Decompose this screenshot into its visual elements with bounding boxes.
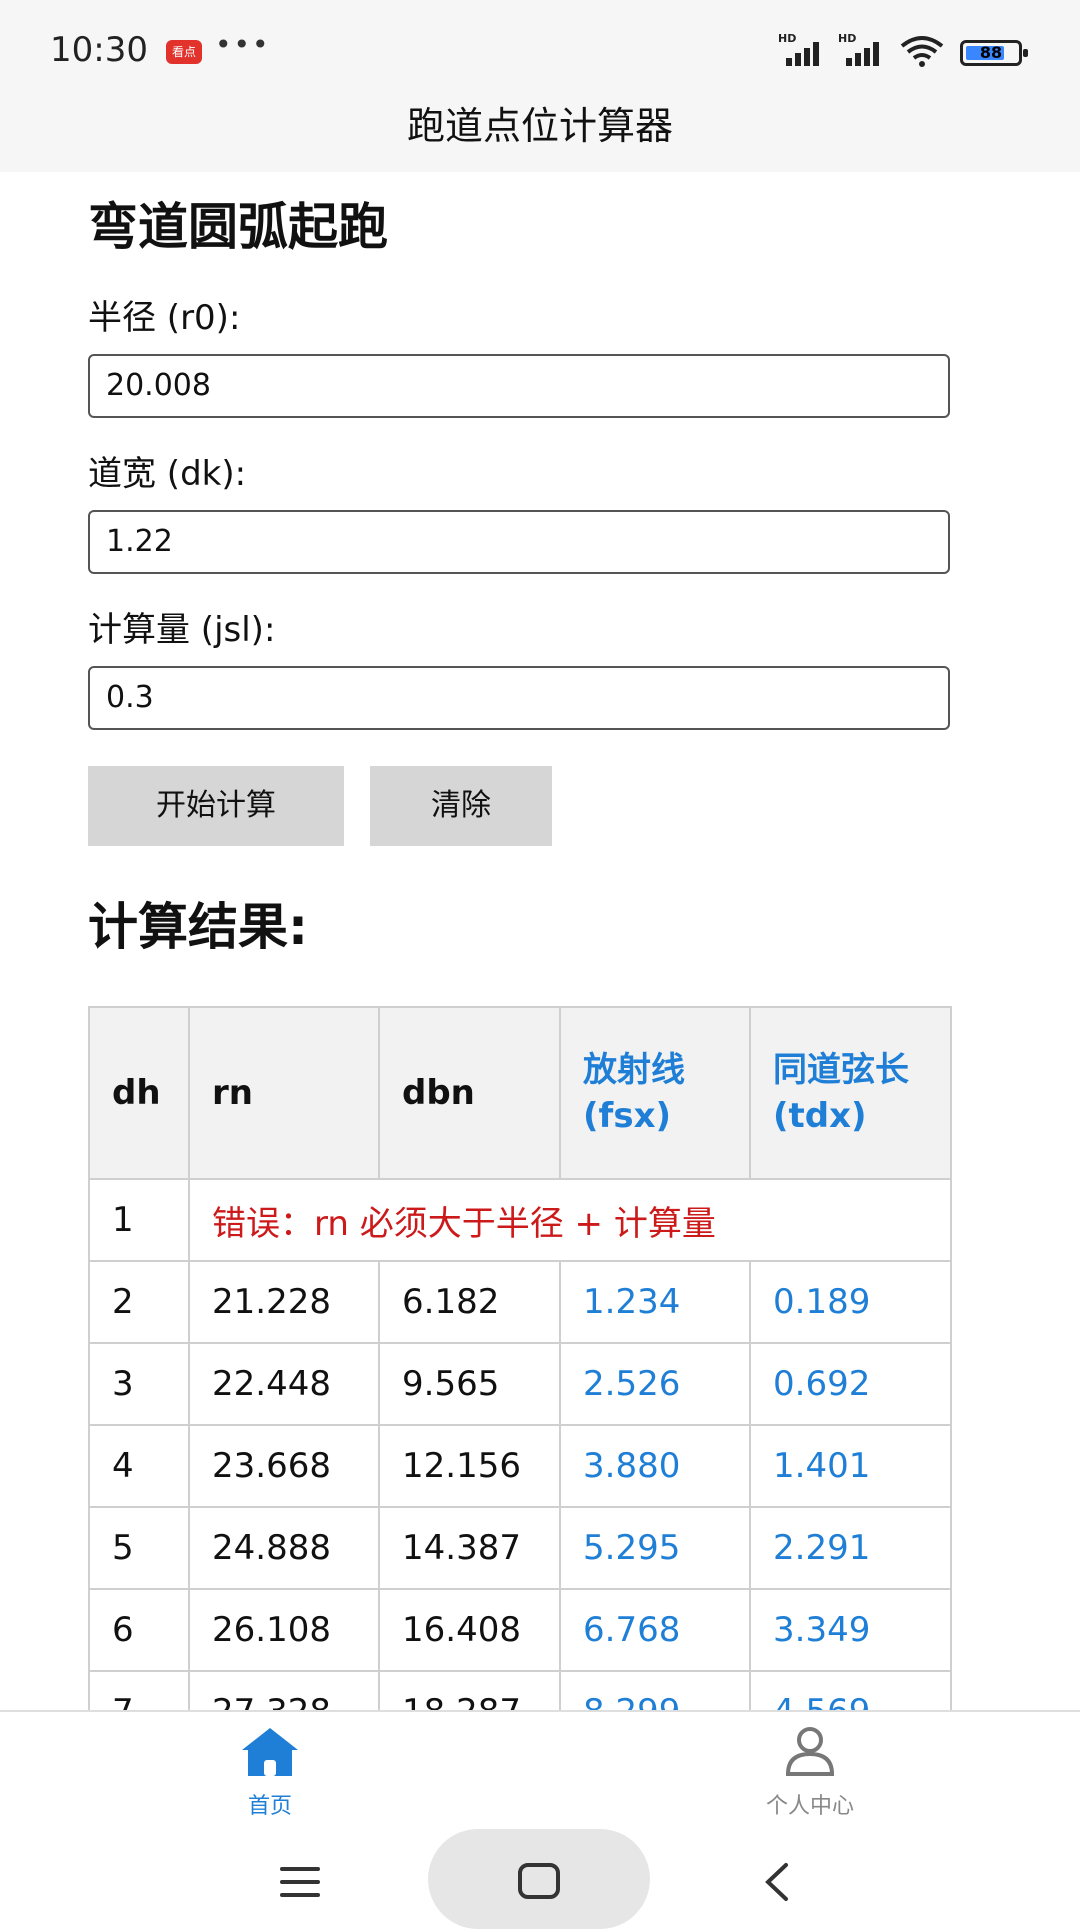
nav-profile-label: 个人中心: [765, 1794, 854, 1819]
error-message: 错误：rn 必须大于半径 + 计算量: [188, 1178, 952, 1262]
cell-rn: 21.228: [188, 1260, 380, 1344]
home-icon: [242, 1728, 298, 1776]
cell-tdx: 3.349: [749, 1588, 952, 1672]
header-dh: dh: [88, 1006, 190, 1180]
status-time: 10:30: [50, 30, 148, 70]
main-content: 弯道圆弧起跑 半径 (r0): 20.008 道宽 (dk): 1.22 计算量…: [88, 172, 952, 1754]
radius-label: 半径 (r0):: [88, 298, 241, 338]
cell-dh: 5: [88, 1506, 190, 1590]
app-bar: 跑道点位计算器: [0, 100, 1080, 172]
cell-rn: 24.888: [188, 1506, 380, 1590]
home-square-icon[interactable]: [516, 1861, 562, 1901]
cell-dbn: 6.182: [378, 1260, 561, 1344]
table-row: 6 26.108 16.408 6.768 3.349: [88, 1588, 952, 1672]
page-title: 跑道点位计算器: [406, 104, 673, 148]
cell-tdx: 0.692: [749, 1342, 952, 1426]
header-dbn: dbn: [378, 1006, 561, 1180]
app-notification-icon: 看点: [166, 40, 202, 64]
nav-profile[interactable]: 个人中心: [730, 1726, 890, 1820]
radius-input[interactable]: 20.008: [88, 354, 950, 418]
cell-dbn: 14.387: [378, 1506, 561, 1590]
cell-tdx: 2.291: [749, 1506, 952, 1590]
table-row: 5 24.888 14.387 5.295 2.291: [88, 1506, 952, 1590]
cell-dbn: 16.408: [378, 1588, 561, 1672]
bottom-nav: 首页 个人中心: [0, 1710, 1080, 1827]
battery-level: 88: [979, 43, 1003, 62]
lane-width-label: 道宽 (dk):: [88, 454, 247, 494]
results-title: 计算结果:: [88, 898, 308, 956]
results-table: dh rn dbn 放射线 (fsx) 同道弦长 (tdx) 1 错误：rn 必…: [88, 1006, 952, 1754]
nav-home[interactable]: 首页: [190, 1726, 350, 1820]
cell-dh: 4: [88, 1424, 190, 1508]
clear-button[interactable]: 清除: [370, 766, 552, 846]
cell-fsx: 6.768: [559, 1588, 751, 1672]
cell-rn: 22.448: [188, 1342, 380, 1426]
cell-tdx: 0.189: [749, 1260, 952, 1344]
form-title: 弯道圆弧起跑: [88, 198, 388, 256]
system-nav-bar: [0, 1825, 1080, 1929]
cell-rn: 23.668: [188, 1424, 380, 1508]
more-notifications-icon: •••: [215, 28, 271, 61]
start-calculation-button[interactable]: 开始计算: [88, 766, 344, 846]
back-icon[interactable]: [762, 1861, 792, 1903]
nav-home-label: 首页: [247, 1794, 292, 1819]
table-header-row: dh rn dbn 放射线 (fsx) 同道弦长 (tdx): [88, 1006, 952, 1180]
table-row-error: 1 错误：rn 必须大于半径 + 计算量: [88, 1178, 952, 1262]
status-bar: 10:30 看点 ••• HD HD 88: [0, 0, 1080, 100]
table-row: 4 23.668 12.156 3.880 1.401: [88, 1424, 952, 1508]
profile-icon: [785, 1727, 835, 1776]
cell-tdx: 1.401: [749, 1424, 952, 1508]
cell-fsx: 1.234: [559, 1260, 751, 1344]
battery-icon: 88: [960, 40, 1028, 66]
cell-dbn: 9.565: [378, 1342, 561, 1426]
calc-amount-label: 计算量 (jsl):: [88, 610, 276, 650]
calc-amount-input[interactable]: 0.3: [88, 666, 950, 730]
cell-dh: 1: [88, 1178, 190, 1262]
header-fsx: 放射线 (fsx): [559, 1006, 751, 1180]
cell-dh: 2: [88, 1260, 190, 1344]
cell-rn: 26.108: [188, 1588, 380, 1672]
table-row: 3 22.448 9.565 2.526 0.692: [88, 1342, 952, 1426]
button-row: 开始计算 清除: [88, 766, 950, 846]
cell-dh: 6: [88, 1588, 190, 1672]
menu-icon[interactable]: [278, 1865, 322, 1899]
table-row: 2 21.228 6.182 1.234 0.189: [88, 1260, 952, 1344]
header-tdx: 同道弦长 (tdx): [749, 1006, 952, 1180]
cell-fsx: 2.526: [559, 1342, 751, 1426]
cell-dh: 3: [88, 1342, 190, 1426]
cell-fsx: 3.880: [559, 1424, 751, 1508]
wifi-icon: [900, 36, 944, 67]
cell-dbn: 12.156: [378, 1424, 561, 1508]
header-rn: rn: [188, 1006, 380, 1180]
lane-width-input[interactable]: 1.22: [88, 510, 950, 574]
cell-fsx: 5.295: [559, 1506, 751, 1590]
